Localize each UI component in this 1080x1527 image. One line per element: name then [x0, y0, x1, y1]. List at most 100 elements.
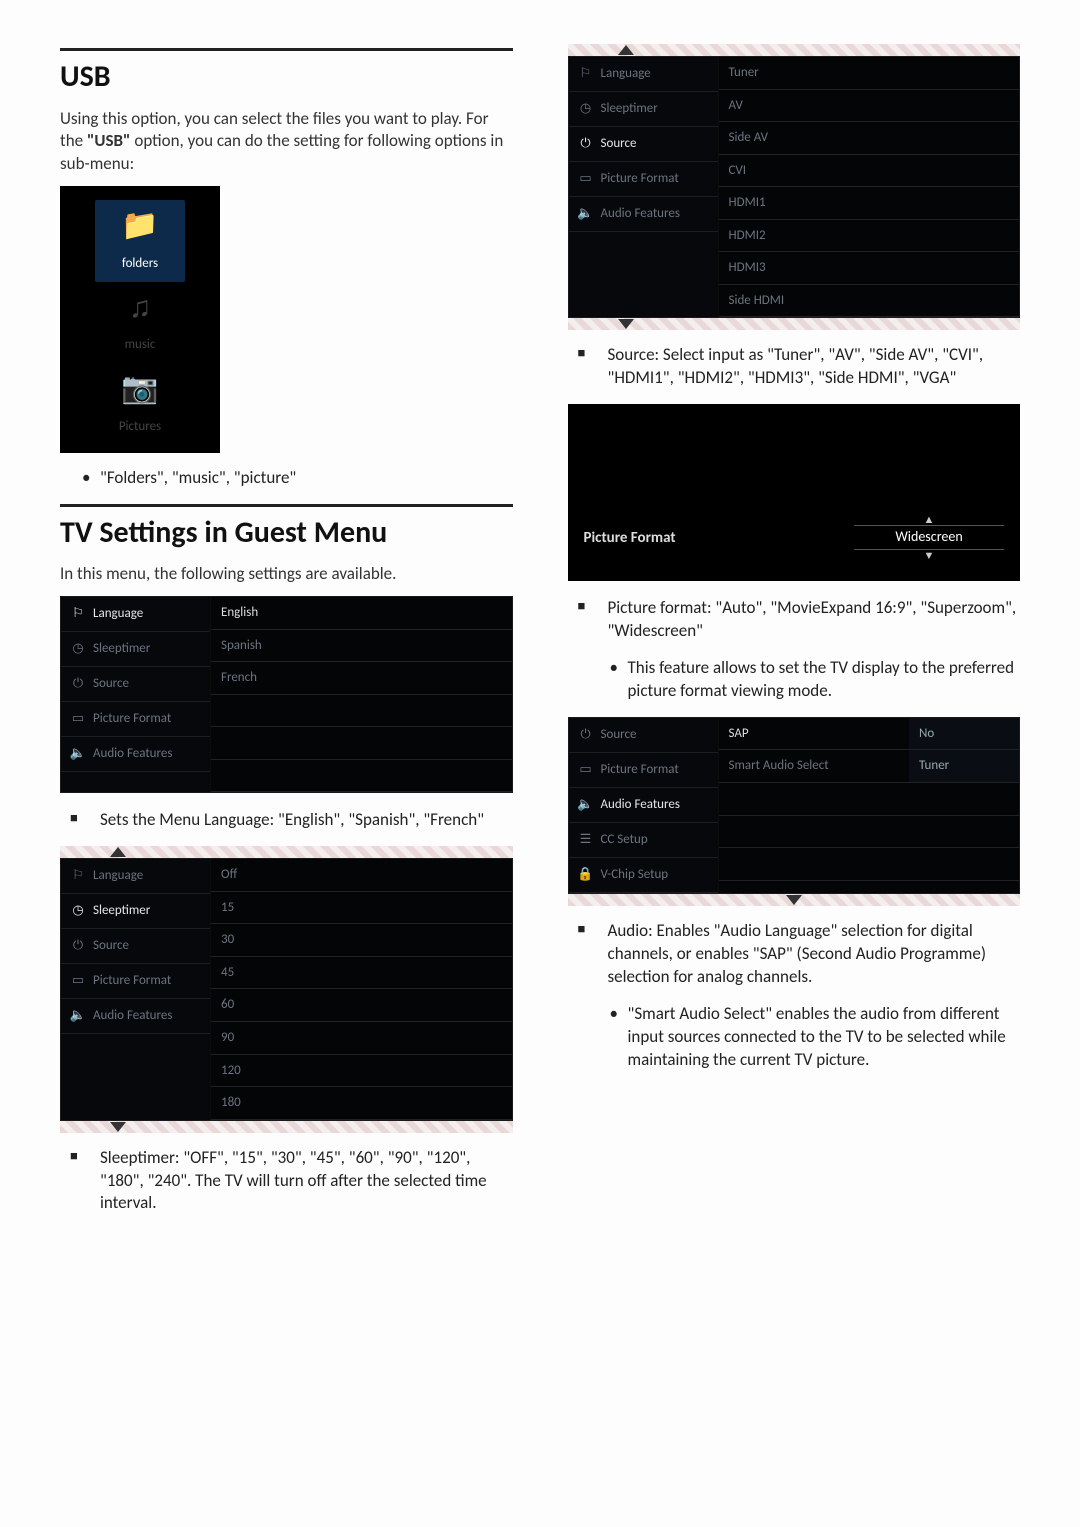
sq-language: Sets the Menu Language: "English", "Span… — [60, 809, 513, 832]
menu-source-label: Source — [601, 726, 637, 744]
flag-icon: ⚐ — [69, 605, 87, 623]
opt-spanish: Spanish — [211, 630, 512, 663]
menu-audiofeatures-label: Audio Features — [93, 1007, 172, 1025]
menu-source: ⏻ Source — [61, 667, 210, 702]
menu-pictureformat-label: Picture Format — [601, 761, 679, 779]
flag-icon: ⚐ — [577, 65, 595, 83]
menu-sleeptimer: ◷Sleeptimer — [61, 894, 210, 929]
menu-pictureformat: ▭ Picture Format — [569, 753, 718, 788]
tvsettings-intro: In this menu, the following settings are… — [60, 563, 513, 586]
usb-heading: USB — [60, 48, 513, 98]
menu-source: ⏻Source — [569, 127, 718, 162]
menu-pictureformat-label: Picture Format — [601, 170, 679, 188]
folder-icon: 📁 — [95, 206, 185, 247]
tvsettings-heading: TV Settings in Guest Menu — [60, 504, 513, 554]
sq-sleeptimer: Sleeptimer: "OFF", "15", "30", "45", "60… — [60, 1147, 513, 1216]
menu-ccsetup: ☰CC Setup — [569, 823, 718, 858]
hatch-top — [60, 846, 513, 858]
opt-french: French — [211, 662, 512, 695]
opt-english: English — [211, 597, 512, 630]
opt-blank — [719, 783, 1020, 816]
menu-source-label: Source — [93, 675, 129, 693]
opt-sas-val: Tuner — [909, 750, 1019, 783]
menu-sleeptimer: ◷Sleeptimer — [61, 632, 210, 667]
chevron-down-icon — [618, 319, 634, 329]
menu-language: ⚐ Language — [61, 597, 210, 632]
aspect-icon: ▭ — [577, 761, 595, 779]
opt-180: 180 — [211, 1087, 512, 1120]
music-icon: ♫ — [95, 288, 185, 329]
pf-value: Widescreen — [854, 525, 1004, 550]
chevron-up-icon — [110, 847, 126, 857]
chevron-down-icon — [110, 1122, 126, 1132]
tile-pictures: 📷 Pictures — [95, 363, 185, 444]
tile-folders-label: folders — [122, 256, 158, 271]
speaker-icon: 🔈 — [69, 745, 87, 763]
tile-pictures-label: Pictures — [119, 419, 161, 434]
language-menu-screenshot: ⚐Language ◷Sleeptimer ⏻Source ▭Picture F… — [60, 596, 513, 793]
chevron-up-icon: ▲ — [854, 514, 1004, 525]
hatch-bottom — [568, 894, 1021, 906]
hatch-bottom — [60, 1121, 513, 1133]
pf-value-box: ▲ Widescreen ▼ — [854, 514, 1004, 561]
menu-source: ⏻Source — [569, 718, 718, 753]
menu-sleeptimer-label: Sleeptimer — [601, 100, 658, 118]
clock-icon: ◷ — [69, 640, 87, 658]
hatch-bottom — [568, 318, 1021, 330]
menu-audiofeatures-label: Audio Features — [93, 745, 172, 763]
menu-vchip: 🔒V-Chip Setup — [569, 858, 718, 893]
usb-bold: "USB" — [87, 130, 131, 151]
tile-music-label: music — [125, 337, 156, 352]
opt-hdmi3: HDMI3 — [719, 252, 1020, 285]
sleeptimer-menu-screenshot: ⚐Language ◷Sleeptimer ⏻Source ▭ Picture F… — [60, 858, 513, 1120]
sq-pictureformat: Picture format: "Auto", "MovieExpand 16:… — [568, 597, 1021, 643]
aspect-icon: ▭ — [69, 972, 87, 990]
opt-blank — [211, 695, 512, 728]
speaker-icon: 🔈 — [577, 205, 595, 223]
menu-source: ⏻Source — [61, 929, 210, 964]
sleeptimer-wrapper: ⚐Language ◷Sleeptimer ⏻Source ▭ Picture F… — [60, 846, 513, 1132]
usb-bullet: "Folders", "music", "picture" — [60, 467, 513, 490]
menu-audiofeatures-label: Audio Features — [601, 796, 680, 814]
menu-pictureformat-label: Picture Format — [93, 972, 171, 990]
speaker-icon: 🔈 — [577, 796, 595, 814]
speaker-icon: 🔈 — [69, 1007, 87, 1025]
tile-folders: 📁 folders — [95, 200, 185, 281]
opt-sas: Smart Audio Select — [719, 750, 910, 783]
clock-icon: ◷ — [577, 100, 595, 118]
opt-60: 60 — [211, 989, 512, 1022]
source-wrapper: ⚐Language ◷Sleeptimer ⏻Source ▭Picture F… — [568, 44, 1021, 330]
menu-sleeptimer: ◷ Sleeptimer — [569, 92, 718, 127]
opt-sideav: Side AV — [719, 122, 1020, 155]
usb-intro: Using this option, you can select the fi… — [60, 108, 513, 177]
audio-menu-screenshot: ⏻Source ▭Picture Format 🔈Audio Features … — [568, 717, 1021, 894]
sq-audio: Audio: Enables "Audio Language" selectio… — [568, 920, 1021, 989]
tile-music: ♫ music — [95, 282, 185, 363]
opt-sidehdmi: Side HDMI — [719, 285, 1020, 318]
usb-tiles-screenshot: 📁 folders ♫ music 📷 Pictures — [60, 186, 220, 452]
menu-audiofeatures: 🔈 Audio Features — [61, 999, 210, 1034]
sq-source: Source: Select input as "Tuner", "AV", "… — [568, 344, 1021, 390]
opt-tuner: Tuner — [719, 57, 1020, 90]
opt-sap-val: No — [909, 718, 1019, 751]
menu-vchip-label: V-Chip Setup — [601, 866, 669, 884]
plug-icon: ⏻ — [69, 675, 87, 693]
opt-90: 90 — [211, 1022, 512, 1055]
opt-120: 120 — [211, 1055, 512, 1088]
aspect-icon: ▭ — [69, 710, 87, 728]
menu-audiofeatures: 🔈 Audio Features — [61, 737, 210, 772]
sub-audio: "Smart Audio Select" enables the audio f… — [568, 1003, 1021, 1072]
menu-ccsetup-label: CC Setup — [601, 831, 648, 849]
pictureformat-screenshot: Picture Format ▲ Widescreen ▼ — [568, 404, 1021, 581]
chevron-down-icon — [786, 895, 802, 905]
opt-blank — [211, 760, 512, 793]
menu-language-label: Language — [93, 867, 143, 885]
chevron-down-icon: ▼ — [854, 550, 1004, 561]
menu-audiofeatures: 🔈 Audio Features — [569, 788, 718, 823]
menu-language: ⚐Language — [61, 859, 210, 894]
menu-pictureformat: ▭ Picture Format — [61, 964, 210, 999]
menu-audiofeatures-label: Audio Features — [601, 205, 680, 223]
aspect-icon: ▭ — [577, 170, 595, 188]
menu-language-label: Language — [93, 605, 143, 623]
chevron-up-icon — [618, 45, 634, 55]
